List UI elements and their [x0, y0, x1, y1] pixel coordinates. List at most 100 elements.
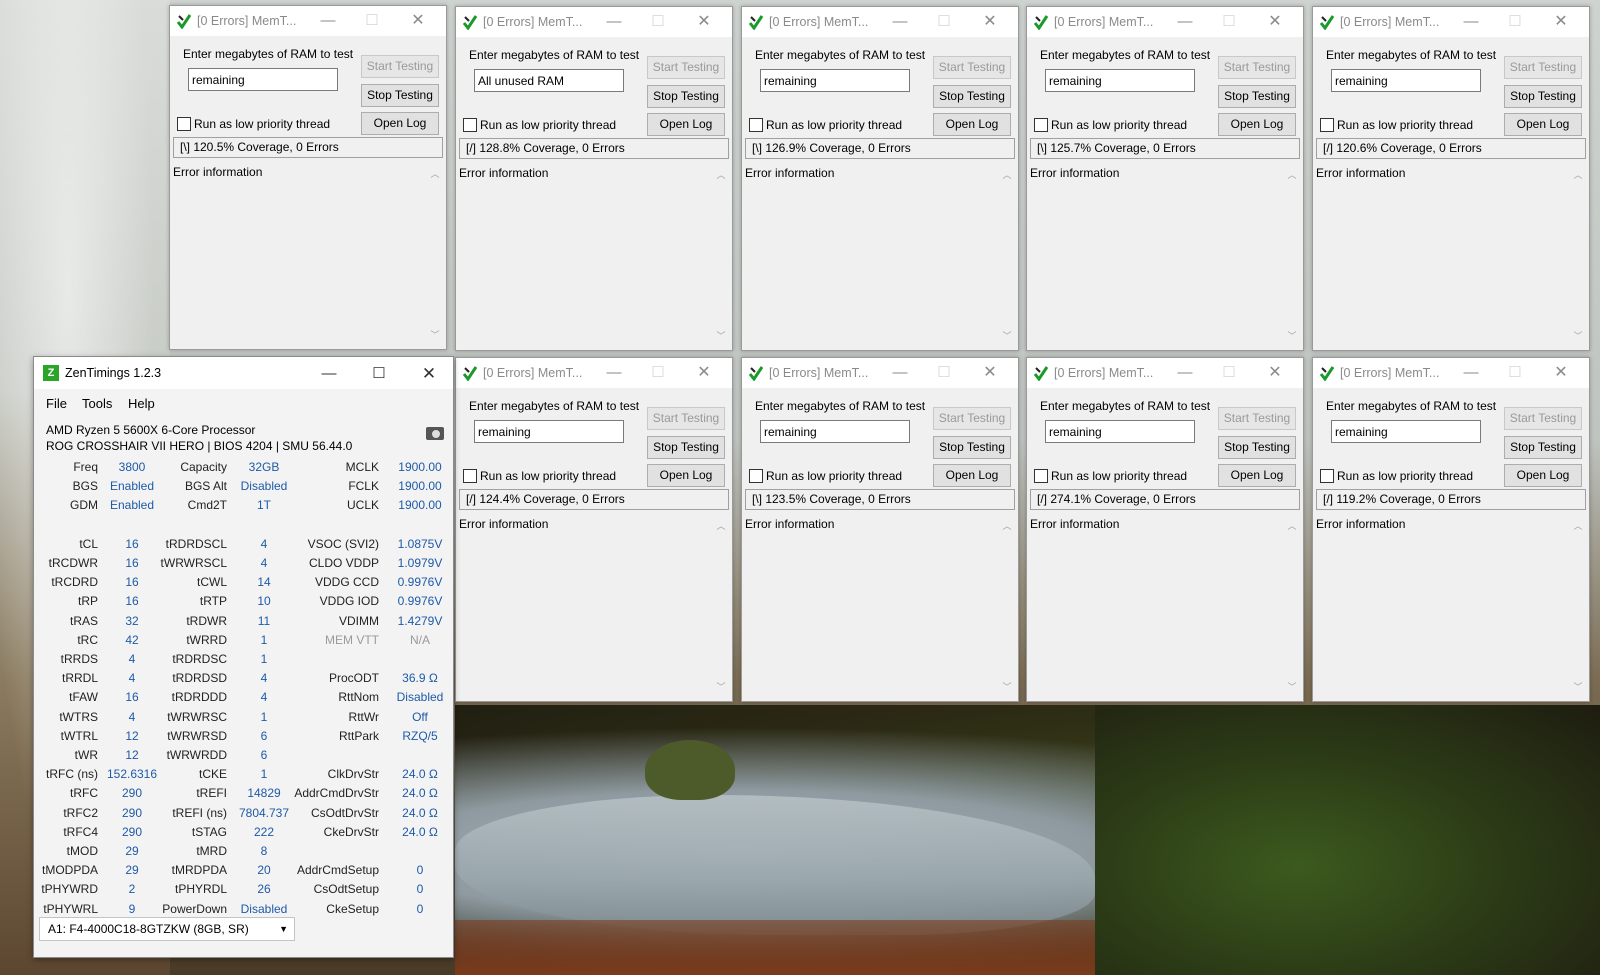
- close-icon[interactable]: ✕: [972, 11, 1008, 33]
- memtest-titlebar[interactable]: [0 Errors] MemT... — ☐ ✕: [742, 358, 1018, 388]
- error-information-box[interactable]: Error information ︿ ﹀: [745, 162, 1015, 348]
- start-testing-button[interactable]: Start Testing: [933, 56, 1011, 79]
- close-icon[interactable]: ✕: [972, 362, 1008, 384]
- close-icon[interactable]: ✕: [1543, 362, 1579, 384]
- low-priority-checkbox[interactable]: [463, 118, 477, 132]
- maximize-icon[interactable]: ☐: [1211, 362, 1247, 384]
- maximize-icon[interactable]: ☐: [640, 362, 676, 384]
- stop-testing-button[interactable]: Stop Testing: [361, 84, 439, 107]
- memtest-titlebar[interactable]: [0 Errors] MemT... — ☐ ✕: [1313, 358, 1589, 388]
- menu-file[interactable]: File: [46, 396, 67, 411]
- minimize-icon[interactable]: —: [1167, 11, 1203, 33]
- low-priority-checkbox[interactable]: [749, 469, 763, 483]
- maximize-icon[interactable]: ☐: [1497, 11, 1533, 33]
- low-priority-checkbox[interactable]: [749, 118, 763, 132]
- error-information-box[interactable]: Error information ︿ ﹀: [1316, 162, 1586, 348]
- scroll-down-icon[interactable]: ﹀: [429, 329, 441, 341]
- close-icon[interactable]: ✕: [411, 363, 447, 385]
- scroll-up-icon[interactable]: ︿: [1286, 520, 1298, 532]
- minimize-icon[interactable]: —: [311, 363, 347, 385]
- ram-amount-input[interactable]: [474, 69, 624, 92]
- start-testing-button[interactable]: Start Testing: [1504, 407, 1582, 430]
- ram-amount-input[interactable]: [760, 420, 910, 443]
- maximize-icon[interactable]: ☐: [354, 10, 390, 32]
- open-log-button[interactable]: Open Log: [647, 464, 725, 487]
- scroll-up-icon[interactable]: ︿: [1286, 169, 1298, 181]
- scroll-down-icon[interactable]: ﹀: [1572, 681, 1584, 693]
- open-log-button[interactable]: Open Log: [1504, 464, 1582, 487]
- error-information-box[interactable]: Error information ︿ ﹀: [745, 513, 1015, 699]
- close-icon[interactable]: ✕: [686, 362, 722, 384]
- start-testing-button[interactable]: Start Testing: [1504, 56, 1582, 79]
- memtest-titlebar[interactable]: [0 Errors] MemT... — ☐ ✕: [1313, 7, 1589, 37]
- ram-amount-input[interactable]: [1045, 69, 1195, 92]
- scroll-down-icon[interactable]: ﹀: [1286, 681, 1298, 693]
- memtest-titlebar[interactable]: [0 Errors] MemT... — ☐ ✕: [742, 7, 1018, 37]
- start-testing-button[interactable]: Start Testing: [647, 407, 725, 430]
- ram-amount-input[interactable]: [760, 69, 910, 92]
- open-log-button[interactable]: Open Log: [933, 113, 1011, 136]
- ram-amount-input[interactable]: [1331, 69, 1481, 92]
- stop-testing-button[interactable]: Stop Testing: [1504, 85, 1582, 108]
- close-icon[interactable]: ✕: [686, 11, 722, 33]
- memtest-titlebar[interactable]: [0 Errors] MemT... — ☐ ✕: [1027, 7, 1303, 37]
- minimize-icon[interactable]: —: [1453, 362, 1489, 384]
- memtest-titlebar[interactable]: [0 Errors] MemT... — ☐ ✕: [456, 358, 732, 388]
- stop-testing-button[interactable]: Stop Testing: [1218, 436, 1296, 459]
- ram-amount-input[interactable]: [1045, 420, 1195, 443]
- scroll-down-icon[interactable]: ﹀: [1286, 330, 1298, 342]
- minimize-icon[interactable]: —: [882, 362, 918, 384]
- start-testing-button[interactable]: Start Testing: [1218, 407, 1296, 430]
- open-log-button[interactable]: Open Log: [647, 113, 725, 136]
- start-testing-button[interactable]: Start Testing: [1218, 56, 1296, 79]
- minimize-icon[interactable]: —: [1167, 362, 1203, 384]
- stop-testing-button[interactable]: Stop Testing: [933, 85, 1011, 108]
- low-priority-checkbox[interactable]: [1034, 469, 1048, 483]
- dimm-select[interactable]: A1: F4-4000C18-8GTZKW (8GB, SR) ▼: [39, 917, 295, 941]
- low-priority-checkbox[interactable]: [1034, 118, 1048, 132]
- error-information-box[interactable]: Error information ︿ ﹀: [173, 161, 443, 347]
- maximize-icon[interactable]: ☐: [1211, 11, 1247, 33]
- maximize-icon[interactable]: ☐: [640, 11, 676, 33]
- scroll-down-icon[interactable]: ﹀: [715, 330, 727, 342]
- stop-testing-button[interactable]: Stop Testing: [647, 85, 725, 108]
- start-testing-button[interactable]: Start Testing: [933, 407, 1011, 430]
- open-log-button[interactable]: Open Log: [361, 112, 439, 135]
- maximize-icon[interactable]: ☐: [926, 11, 962, 33]
- low-priority-checkbox[interactable]: [463, 469, 477, 483]
- minimize-icon[interactable]: —: [596, 11, 632, 33]
- scroll-up-icon[interactable]: ︿: [1572, 520, 1584, 532]
- close-icon[interactable]: ✕: [1257, 11, 1293, 33]
- memtest-titlebar[interactable]: [0 Errors] MemT... — ☐ ✕: [1027, 358, 1303, 388]
- scroll-up-icon[interactable]: ︿: [715, 169, 727, 181]
- scroll-down-icon[interactable]: ﹀: [715, 681, 727, 693]
- scroll-up-icon[interactable]: ︿: [1001, 520, 1013, 532]
- start-testing-button[interactable]: Start Testing: [361, 55, 439, 78]
- menu-help[interactable]: Help: [128, 396, 155, 411]
- stop-testing-button[interactable]: Stop Testing: [1504, 436, 1582, 459]
- scroll-down-icon[interactable]: ﹀: [1001, 681, 1013, 693]
- ram-amount-input[interactable]: [1331, 420, 1481, 443]
- open-log-button[interactable]: Open Log: [1218, 113, 1296, 136]
- error-information-box[interactable]: Error information ︿ ﹀: [459, 513, 729, 699]
- error-information-box[interactable]: Error information ︿ ﹀: [1030, 513, 1300, 699]
- low-priority-checkbox[interactable]: [1320, 469, 1334, 483]
- maximize-icon[interactable]: ☐: [361, 363, 397, 385]
- close-icon[interactable]: ✕: [1543, 11, 1579, 33]
- scroll-up-icon[interactable]: ︿: [429, 168, 441, 180]
- low-priority-checkbox[interactable]: [177, 117, 191, 131]
- stop-testing-button[interactable]: Stop Testing: [1218, 85, 1296, 108]
- open-log-button[interactable]: Open Log: [933, 464, 1011, 487]
- minimize-icon[interactable]: —: [310, 10, 346, 32]
- scroll-up-icon[interactable]: ︿: [715, 520, 727, 532]
- stop-testing-button[interactable]: Stop Testing: [933, 436, 1011, 459]
- close-icon[interactable]: ✕: [400, 10, 436, 32]
- zentimings-titlebar[interactable]: Z ZenTimings 1.2.3 — ☐ ✕: [34, 357, 453, 389]
- error-information-box[interactable]: Error information ︿ ﹀: [1030, 162, 1300, 348]
- minimize-icon[interactable]: —: [596, 362, 632, 384]
- open-log-button[interactable]: Open Log: [1218, 464, 1296, 487]
- close-icon[interactable]: ✕: [1257, 362, 1293, 384]
- minimize-icon[interactable]: —: [1453, 11, 1489, 33]
- scroll-up-icon[interactable]: ︿: [1001, 169, 1013, 181]
- error-information-box[interactable]: Error information ︿ ﹀: [459, 162, 729, 348]
